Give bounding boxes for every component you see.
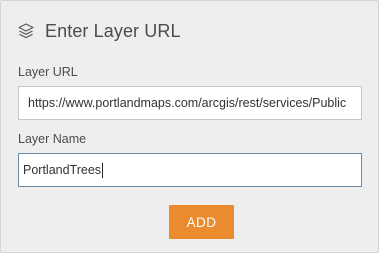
panel-title: Enter Layer URL (45, 20, 181, 41)
panel-header: Enter Layer URL (17, 18, 181, 44)
layer-url-label: Layer URL (18, 65, 78, 79)
layer-url-input[interactable]: https://www.portlandmaps.com/arcgis/rest… (18, 86, 362, 120)
text-caret (102, 162, 104, 178)
layer-name-label: Layer Name (18, 132, 87, 146)
layers-icon (17, 22, 35, 40)
layer-name-input[interactable]: PortlandTrees (18, 153, 362, 187)
add-button[interactable]: ADD (169, 205, 234, 239)
enter-layer-url-panel: Enter Layer URL Layer URL https://www.po… (0, 0, 379, 253)
layer-url-value: https://www.portlandmaps.com/arcgis/rest… (28, 96, 347, 110)
layer-name-value: PortlandTrees (23, 163, 102, 177)
